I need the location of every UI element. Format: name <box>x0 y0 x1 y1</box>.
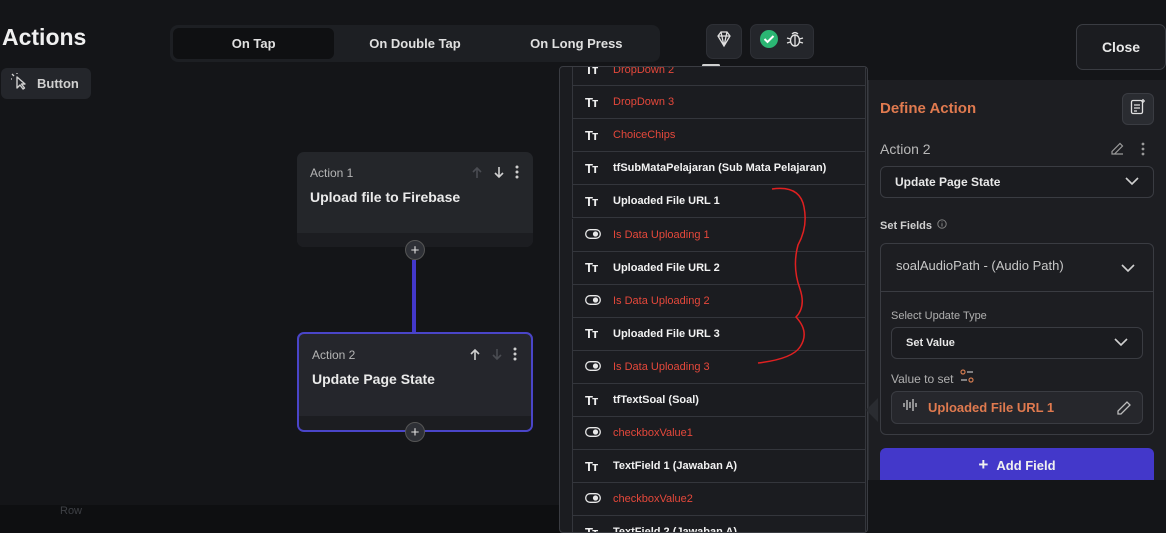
note-add-icon <box>1129 98 1147 121</box>
panel-pointer <box>866 398 878 422</box>
add-action-button[interactable]: + <box>405 240 425 260</box>
arrow-down-icon[interactable] <box>493 166 505 184</box>
action-notes-button[interactable] <box>1122 93 1154 125</box>
widget-chip-label: Button <box>37 76 79 91</box>
tab-on-long-press[interactable]: On Long Press <box>496 28 657 59</box>
arrow-up-icon[interactable] <box>471 166 483 184</box>
panel-title: Define Action <box>880 100 977 117</box>
value-to-set-field[interactable]: Uploaded File URL 1 <box>891 391 1143 424</box>
divider <box>881 291 1153 292</box>
audio-waveform-icon <box>903 398 919 417</box>
edit-pencil-icon[interactable] <box>1110 141 1125 161</box>
update-type-label: Select Update Type <box>891 310 987 322</box>
flow-connector <box>412 260 416 333</box>
tab-on-double-tap[interactable]: On Double Tap <box>334 28 495 59</box>
check-circle-icon <box>759 29 779 54</box>
action-card-name: Update Page State <box>312 371 435 387</box>
add-field-button[interactable]: + Add Field <box>880 448 1154 480</box>
action-card-1[interactable]: Action 1 Upload file to Firebase <box>297 152 533 247</box>
red-annotation-bracket <box>757 187 806 364</box>
plus-icon: + <box>978 455 989 474</box>
set-fields-heading: Set Fields <box>880 219 947 232</box>
update-type-select[interactable]: Set Value <box>891 327 1143 359</box>
add-action-button[interactable]: + <box>405 422 425 442</box>
more-vertical-icon[interactable] <box>515 165 519 184</box>
close-button[interactable]: Close <box>1076 24 1166 70</box>
info-icon <box>937 219 947 232</box>
action-type-select[interactable]: Update Page State <box>880 166 1154 198</box>
validate-debug-button[interactable] <box>750 24 814 59</box>
add-field-label: Add Field <box>996 458 1056 473</box>
chevron-down-icon[interactable] <box>1121 260 1135 278</box>
set-fields-label: Set Fields <box>880 219 932 232</box>
value-to-set-label: Value to set <box>891 371 954 386</box>
bug-icon <box>785 29 805 54</box>
code-gem-button[interactable] <box>706 24 742 59</box>
action-card-2[interactable]: Action 2 Update Page State <box>297 332 533 432</box>
page-title: Actions <box>2 24 87 50</box>
gem-icon <box>715 30 733 53</box>
widget-tree-row-label[interactable]: Row <box>60 505 82 517</box>
value-to-set-value: Uploaded File URL 1 <box>928 400 1055 415</box>
widget-chip-button[interactable]: Button <box>1 68 91 99</box>
trigger-tabs: On Tap On Double Tap On Long Press <box>170 25 660 62</box>
more-vertical-icon[interactable] <box>1141 142 1145 161</box>
plus-icon: + <box>410 423 420 441</box>
variable-source-icon[interactable] <box>960 369 975 388</box>
action-type-value: Update Page State <box>895 175 1001 189</box>
tab-on-tap[interactable]: On Tap <box>173 28 335 59</box>
selected-action-label: Action 2 <box>880 141 931 157</box>
widget-tree-strip <box>0 505 560 533</box>
cursor-click-icon <box>11 73 29 94</box>
edit-pencil-icon[interactable] <box>1116 400 1132 421</box>
chevron-down-icon <box>1114 334 1128 352</box>
page-state-dropdown: Tт DropDown 2 Tт DropDown 3 Tт ChoiceChips Tт t… <box>559 66 868 533</box>
more-vertical-icon[interactable] <box>513 347 517 366</box>
field-name[interactable]: soalAudioPath - (Audio Path) <box>896 258 1064 273</box>
arrow-up-icon[interactable] <box>469 348 481 366</box>
value-to-set-heading: Value to set <box>891 369 975 388</box>
arrow-down-icon[interactable] <box>491 348 503 366</box>
update-type-value: Set Value <box>906 337 955 349</box>
chevron-down-icon <box>1125 173 1139 191</box>
plus-icon: + <box>410 241 420 259</box>
action-card-name: Upload file to Firebase <box>310 189 461 205</box>
